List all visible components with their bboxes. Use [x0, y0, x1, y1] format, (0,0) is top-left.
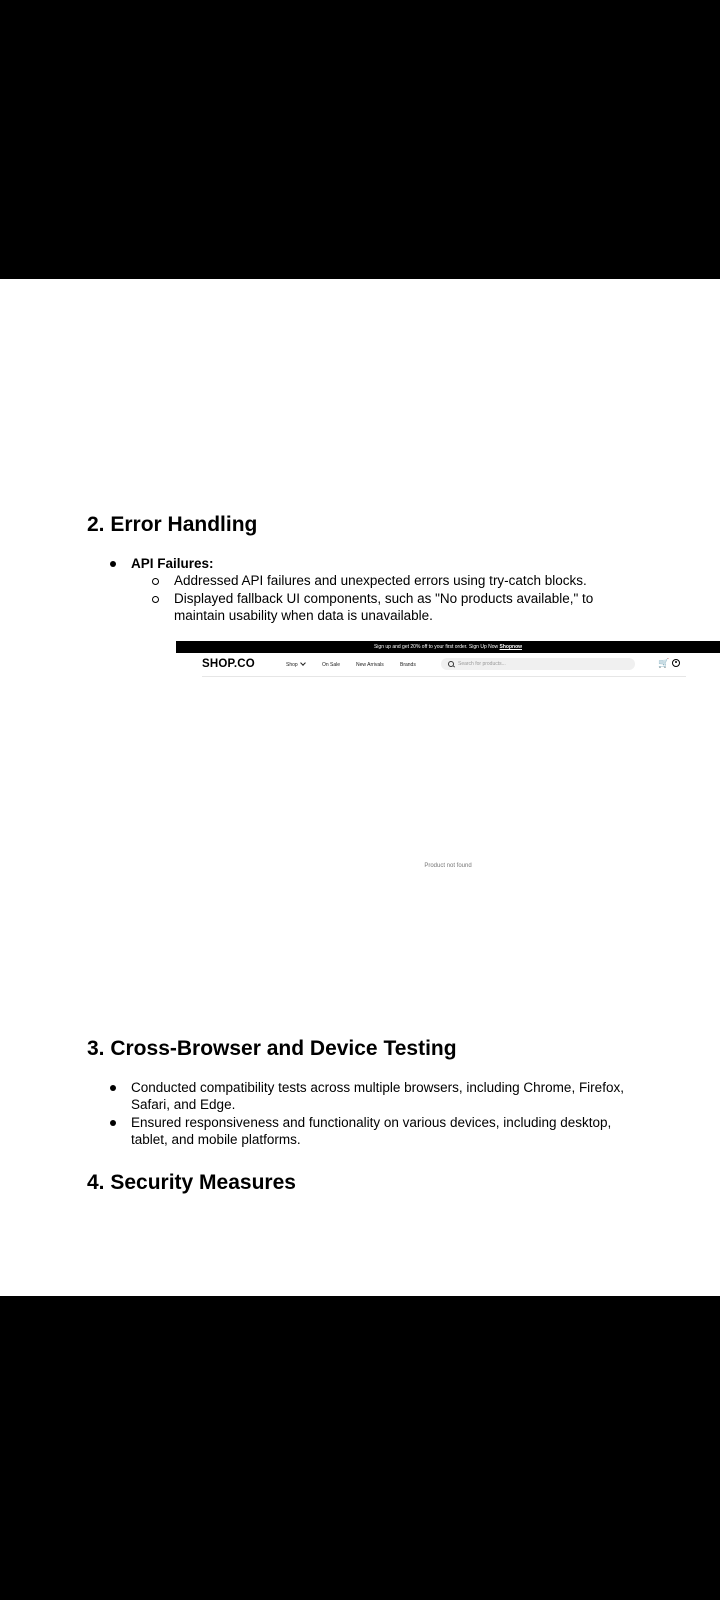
list-item: Displayed fallback UI components, such a…	[174, 591, 594, 606]
list-item-continuation: Safari, and Edge.	[131, 1097, 236, 1112]
bullet-circle	[152, 596, 159, 603]
bullet-dot	[110, 1120, 116, 1126]
embedded-screenshot: Sign up and get 20% off to your first or…	[176, 641, 720, 881]
promo-text: Sign up and get 20% off to your first or…	[373, 644, 499, 650]
section-heading-security: 4. Security Measures	[87, 1171, 296, 1194]
list-item: Addressed API failures and unexpected er…	[174, 573, 587, 588]
document-page: 2. Error Handling API Failures: Addresse…	[0, 279, 720, 1296]
list-item: Conducted compatibility tests across mul…	[131, 1080, 624, 1095]
promo-banner: Sign up and get 20% off to your first or…	[176, 641, 720, 653]
chevron-down-icon	[299, 660, 306, 666]
cart-icon[interactable]: 🛒	[658, 657, 669, 669]
nav-on-sale[interactable]: On Sale	[322, 662, 340, 668]
bullet-dot	[110, 1085, 116, 1091]
search-placeholder: Search for products...	[458, 661, 506, 667]
section-heading-cross-browser: 3. Cross-Browser and Device Testing	[87, 1037, 457, 1060]
bullet-circle	[152, 578, 159, 585]
nav-brands[interactable]: Brands	[400, 662, 416, 668]
nav-shop[interactable]: Shop	[286, 660, 306, 668]
header-divider	[202, 676, 686, 677]
promo-link[interactable]: Shopnow	[500, 644, 523, 650]
search-input[interactable]: Search for products...	[441, 658, 635, 670]
empty-state-message: Product not found	[424, 863, 472, 869]
section-heading-error-handling: 2. Error Handling	[87, 513, 258, 536]
list-item-continuation: maintain usability when data is unavaila…	[174, 608, 433, 623]
user-icon[interactable]	[672, 659, 680, 667]
list-item: Ensured responsiveness and functionality…	[131, 1115, 612, 1130]
api-failures-label: API Failures:	[131, 556, 214, 571]
bullet-dot	[110, 561, 116, 567]
shop-logo[interactable]: SHOP.CO	[202, 658, 255, 670]
nav-shop-label: Shop	[286, 662, 298, 668]
list-item-continuation: tablet, and mobile platforms.	[131, 1132, 301, 1147]
search-icon	[448, 661, 454, 667]
nav-new-arrivals[interactable]: New Arrivals	[356, 662, 384, 668]
